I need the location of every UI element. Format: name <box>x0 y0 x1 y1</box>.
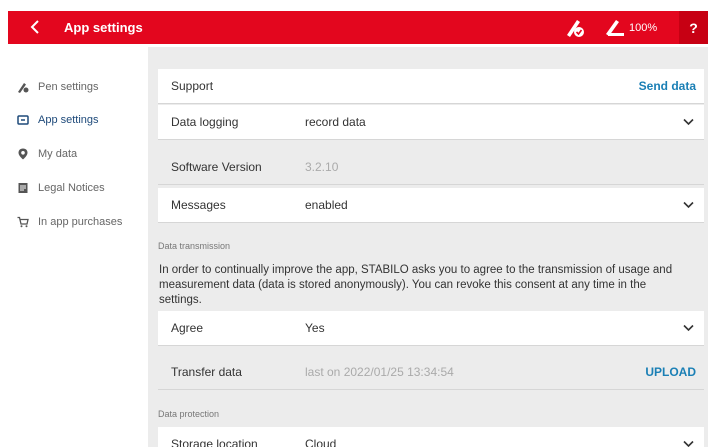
chevron-down-icon <box>683 440 694 447</box>
messages-value: enabled <box>305 198 348 212</box>
sidebar-item-label: App settings <box>38 114 99 126</box>
software-version-row: Software Version 3.2.10 <box>158 150 704 185</box>
battery-percent: 100% <box>629 22 658 34</box>
sidebar-item-label: My data <box>38 148 78 160</box>
data-logging-row[interactable]: Data logging record data <box>158 105 704 140</box>
cart-icon <box>17 216 29 228</box>
transfer-data-label: Transfer data <box>171 365 242 379</box>
agree-label: Agree <box>171 321 204 335</box>
back-button[interactable] <box>23 15 47 39</box>
storage-location-label: Storage location <box>171 437 258 447</box>
pen-icon <box>17 81 29 93</box>
sidebar: Pen settings App settings My data Legal … <box>0 47 148 447</box>
agree-value: Yes <box>305 321 325 335</box>
battery-indicator: 100% <box>604 17 664 39</box>
software-version-value: 3.2.10 <box>305 160 339 174</box>
data-protection-heading: Data protection <box>158 409 220 419</box>
messages-row[interactable]: Messages enabled <box>158 188 704 223</box>
sidebar-item-label: Legal Notices <box>38 182 105 194</box>
software-version-label: Software Version <box>171 160 262 174</box>
sidebar-item-my-data[interactable]: My data <box>0 142 148 166</box>
support-row: Support Send data <box>158 69 704 104</box>
help-button[interactable]: ? <box>679 11 708 44</box>
sidebar-item-pen-settings[interactable]: Pen settings <box>0 75 148 99</box>
data-logging-value: record data <box>305 115 366 129</box>
sidebar-item-label: In app purchases <box>38 216 123 228</box>
page-title: App settings <box>64 20 143 35</box>
chevron-down-icon <box>683 201 694 209</box>
storage-location-value: Cloud <box>305 437 337 447</box>
pen-battery-icon <box>606 20 624 36</box>
support-label: Support <box>171 79 214 93</box>
chevron-left-icon <box>30 20 39 34</box>
chevron-down-icon <box>683 118 694 126</box>
settings-panel: Support Send data Data logging record da… <box>148 47 708 447</box>
sidebar-item-app-settings[interactable]: App settings <box>0 108 148 132</box>
sidebar-item-label: Pen settings <box>38 81 99 93</box>
data-transmission-text: In order to continually improve the app,… <box>159 264 673 306</box>
agree-row[interactable]: Agree Yes <box>158 311 704 346</box>
messages-label: Messages <box>171 198 226 212</box>
top-bar: App settings 100% ? <box>8 11 708 44</box>
app-settings-icon <box>17 114 29 126</box>
app-header: App settings 100% ? <box>0 0 708 47</box>
data-logging-label: Data logging <box>171 115 239 129</box>
document-icon <box>17 182 29 194</box>
location-pin-icon <box>17 148 29 160</box>
storage-location-row[interactable]: Storage location Cloud <box>158 427 704 447</box>
chevron-down-icon <box>683 324 694 332</box>
last-transfer-timestamp: last on 2022/01/25 13:34:54 <box>305 365 454 379</box>
data-transmission-heading: Data transmission <box>158 241 231 251</box>
sidebar-item-legal-notices[interactable]: Legal Notices <box>0 176 148 200</box>
sidebar-item-in-app-purchases[interactable]: In app purchases <box>0 210 148 234</box>
send-data-button[interactable]: Send data <box>639 79 696 93</box>
transfer-data-row: Transfer data last on 2022/01/25 13:34:5… <box>158 355 704 390</box>
pen-connected-icon[interactable] <box>564 17 588 39</box>
upload-button[interactable]: UPLOAD <box>645 365 696 379</box>
